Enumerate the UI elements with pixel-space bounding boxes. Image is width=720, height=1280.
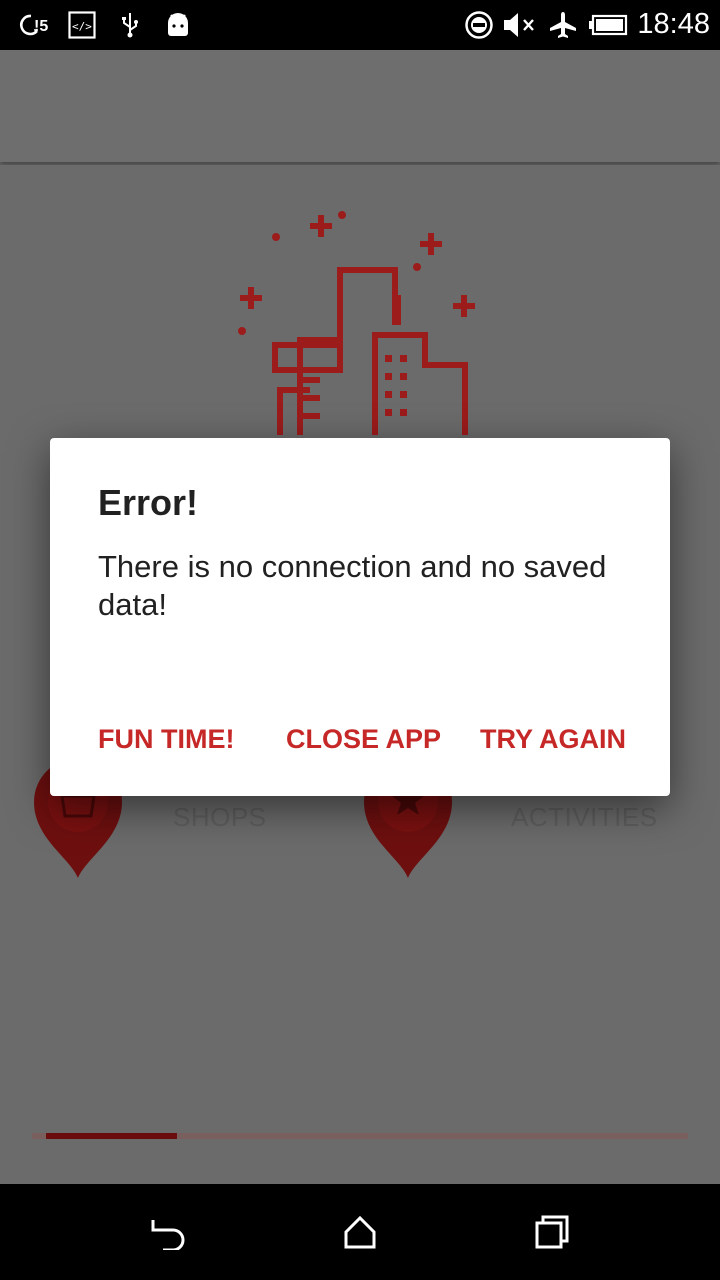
developer-code-icon: </> xyxy=(68,9,96,41)
do-not-disturb-icon xyxy=(464,9,494,41)
navigation-bar xyxy=(0,1184,720,1280)
android-icon xyxy=(164,9,192,41)
error-dialog: Error! There is no connection and no sav… xyxy=(50,438,670,796)
battery-icon xyxy=(588,9,628,41)
airplane-mode-icon xyxy=(548,9,578,41)
recents-button[interactable] xyxy=(528,1208,576,1256)
home-icon xyxy=(344,1215,376,1249)
close-app-button[interactable]: CLOSE APP xyxy=(286,724,441,755)
svg-text:!5: !5 xyxy=(34,18,48,35)
usb-icon xyxy=(118,9,142,41)
dialog-title: Error! xyxy=(98,482,199,523)
svg-text:</>: </> xyxy=(72,20,92,33)
recents-icon xyxy=(535,1215,569,1249)
clock: 18:48 xyxy=(637,8,710,40)
volume-muted-icon xyxy=(502,9,538,41)
try-again-button[interactable]: TRY AGAIN xyxy=(480,724,626,755)
sync-alert-icon: !5 xyxy=(18,9,50,41)
dialog-message: There is no connection and no saved data… xyxy=(98,549,607,622)
back-icon xyxy=(151,1220,185,1250)
fun-time-button[interactable]: FUN TIME! xyxy=(98,724,234,755)
home-button[interactable] xyxy=(336,1208,384,1256)
back-button[interactable] xyxy=(143,1208,191,1256)
status-bar: !5 </> 18:48 xyxy=(0,0,720,50)
